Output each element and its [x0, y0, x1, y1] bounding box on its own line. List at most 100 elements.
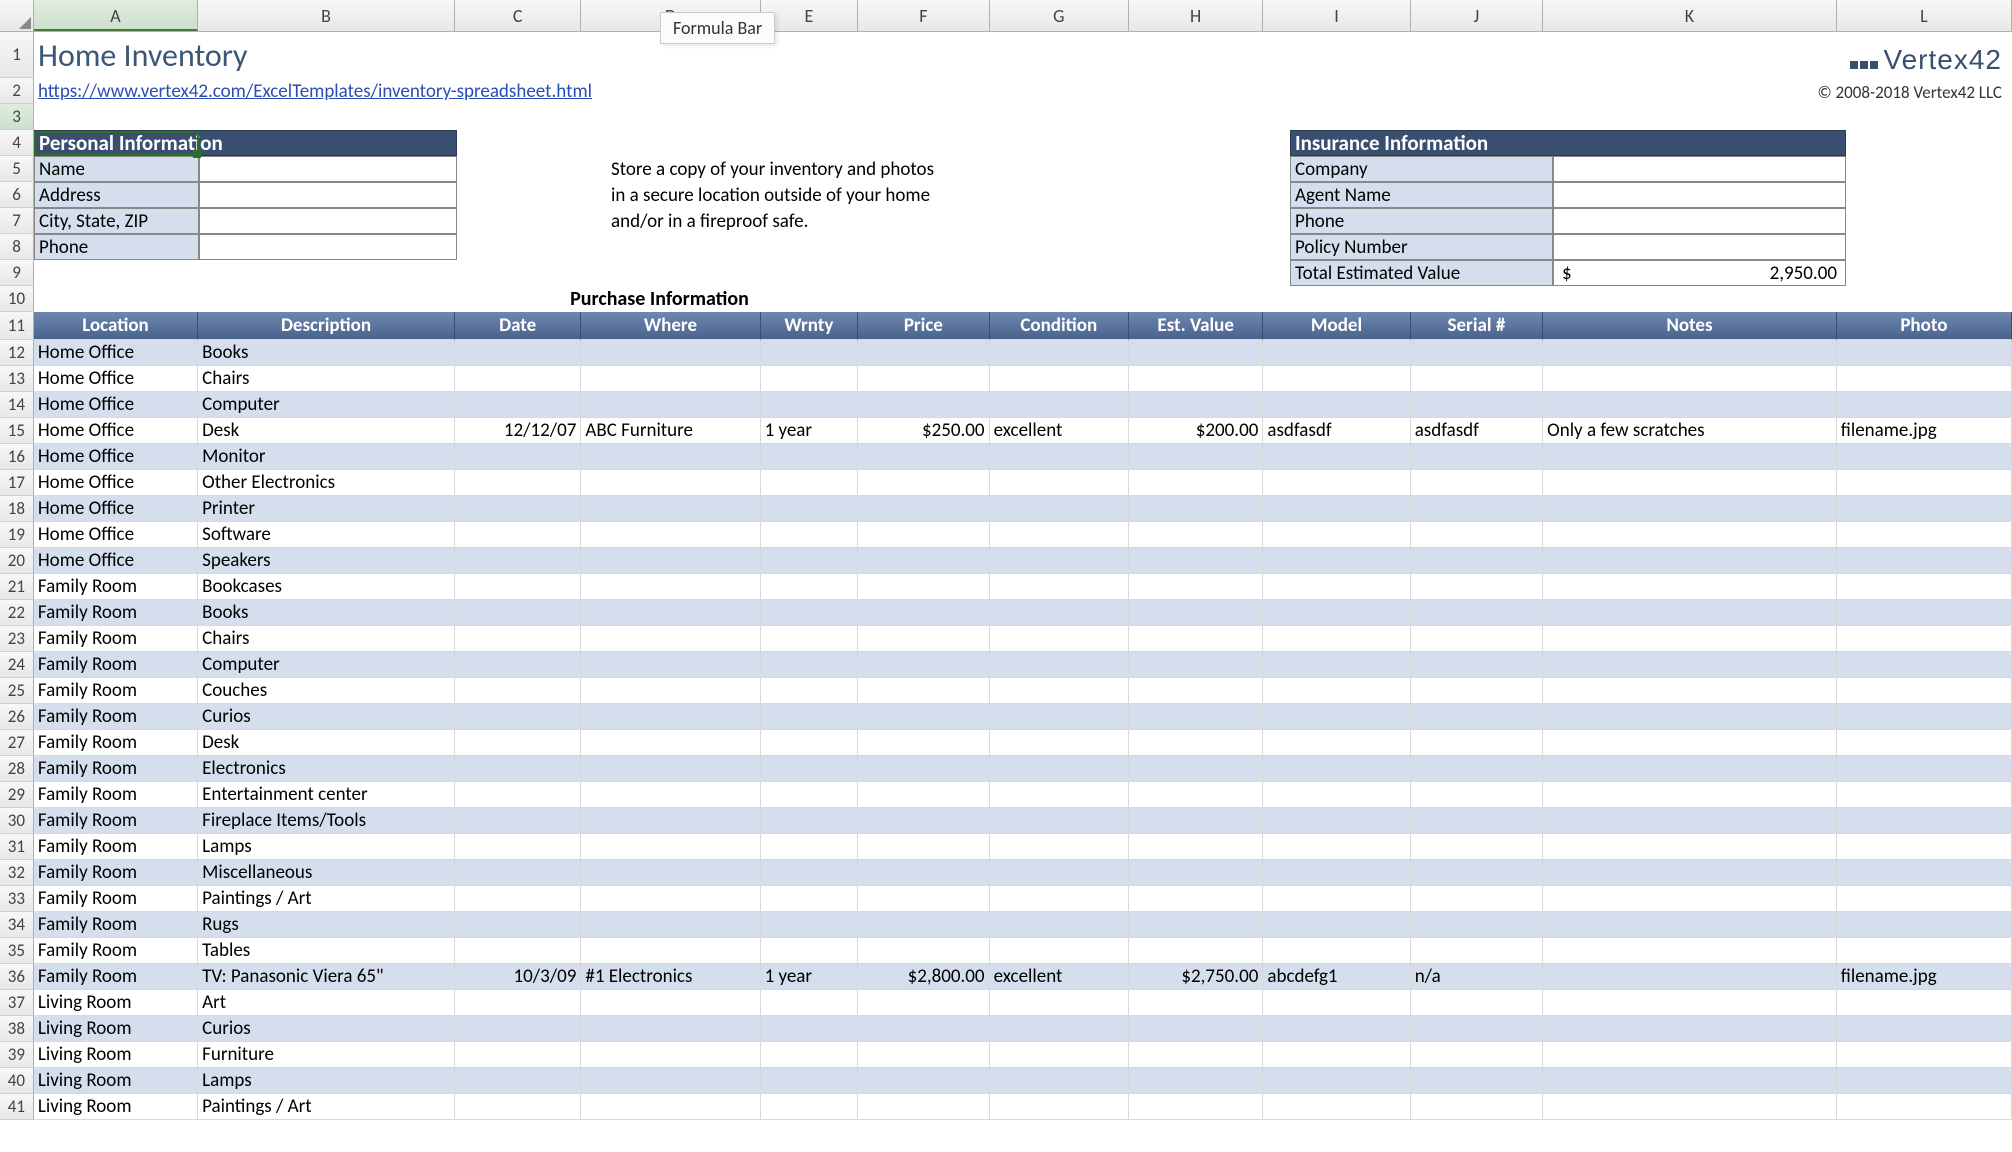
cell-description[interactable]: Entertainment center — [198, 782, 455, 808]
row-header-32[interactable]: 32 — [0, 860, 34, 886]
cell-price[interactable] — [858, 496, 989, 522]
table-row[interactable]: 33 Family Room Paintings / Art — [0, 886, 2012, 912]
cell-notes[interactable] — [1543, 366, 1837, 392]
row-header-27[interactable]: 27 — [0, 730, 34, 756]
cell-est-value[interactable] — [1129, 704, 1263, 730]
cell-condition[interactable] — [990, 340, 1129, 366]
cell-location[interactable]: Family Room — [34, 782, 198, 808]
insurance-input-2[interactable] — [1553, 208, 1846, 234]
cell-serial[interactable] — [1411, 1016, 1543, 1042]
cell-photo[interactable] — [1837, 860, 2012, 886]
row-header-24[interactable]: 24 — [0, 652, 34, 678]
cell-serial[interactable] — [1411, 756, 1543, 782]
cell-date[interactable] — [455, 522, 581, 548]
cell-serial[interactable]: asdfasdf — [1411, 418, 1543, 444]
table-row[interactable]: 14 Home Office Computer — [0, 392, 2012, 418]
page-title[interactable]: Home Inventory — [34, 32, 199, 78]
row-header-36[interactable]: 36 — [0, 964, 34, 990]
select-all-corner[interactable] — [0, 0, 34, 32]
table-row[interactable]: 21 Family Room Bookcases — [0, 574, 2012, 600]
th-location[interactable]: Location — [34, 312, 198, 340]
cell-notes[interactable] — [1543, 860, 1837, 886]
table-row[interactable]: 32 Family Room Miscellaneous — [0, 860, 2012, 886]
cell-price[interactable] — [858, 860, 989, 886]
cell-date[interactable]: 12/12/07 — [455, 418, 581, 444]
cell-notes[interactable] — [1543, 392, 1837, 418]
cell-price[interactable] — [858, 704, 989, 730]
cell-wrnty[interactable] — [761, 912, 859, 938]
cell-model[interactable] — [1263, 834, 1410, 860]
cell-condition[interactable] — [990, 626, 1129, 652]
cell-est-value[interactable] — [1129, 860, 1263, 886]
cell-notes[interactable] — [1543, 756, 1837, 782]
cell-price[interactable] — [858, 834, 989, 860]
cell-where[interactable] — [581, 470, 760, 496]
row-header-21[interactable]: 21 — [0, 574, 34, 600]
cell-notes[interactable] — [1543, 834, 1837, 860]
cell-where[interactable] — [581, 496, 760, 522]
row-header-41[interactable]: 41 — [0, 1094, 34, 1120]
cell-serial[interactable] — [1411, 392, 1543, 418]
cell-price[interactable] — [858, 340, 989, 366]
cell-serial[interactable] — [1411, 574, 1543, 600]
cell-photo[interactable] — [1837, 912, 2012, 938]
cell-location[interactable]: Family Room — [34, 756, 198, 782]
cell-notes[interactable] — [1543, 470, 1837, 496]
cell-description[interactable]: Speakers — [198, 548, 455, 574]
cell-notes[interactable] — [1543, 704, 1837, 730]
cell-est-value[interactable] — [1129, 808, 1263, 834]
cell-condition[interactable] — [990, 990, 1129, 1016]
cell-description[interactable]: Monitor — [198, 444, 455, 470]
col-header-L[interactable]: L — [1837, 0, 2012, 31]
personal-input-2[interactable] — [199, 208, 457, 234]
cell-location[interactable]: Family Room — [34, 600, 198, 626]
col-header-K[interactable]: K — [1543, 0, 1837, 31]
cell-model[interactable] — [1263, 678, 1410, 704]
cell-est-value[interactable] — [1129, 548, 1263, 574]
table-row[interactable]: 26 Family Room Curios — [0, 704, 2012, 730]
cell-serial[interactable] — [1411, 652, 1543, 678]
cell-date[interactable] — [455, 392, 581, 418]
cell-notes[interactable] — [1543, 522, 1837, 548]
cell-location[interactable]: Family Room — [34, 964, 198, 990]
cell-location[interactable]: Family Room — [34, 860, 198, 886]
table-row[interactable]: 13 Home Office Chairs — [0, 366, 2012, 392]
insurance-input-0[interactable] — [1553, 156, 1846, 182]
cell-condition[interactable] — [990, 808, 1129, 834]
cell-condition[interactable] — [990, 574, 1129, 600]
cell-date[interactable] — [455, 912, 581, 938]
row-header-2[interactable]: 2 — [0, 78, 34, 104]
cell-model[interactable] — [1263, 652, 1410, 678]
cell-condition[interactable] — [990, 756, 1129, 782]
cell-location[interactable]: Family Room — [34, 678, 198, 704]
row-header-37[interactable]: 37 — [0, 990, 34, 1016]
cell-condition[interactable] — [990, 470, 1129, 496]
cell-notes[interactable] — [1543, 912, 1837, 938]
cell-condition[interactable] — [990, 678, 1129, 704]
row-header-5[interactable]: 5 — [0, 156, 34, 182]
cell-wrnty[interactable] — [761, 1042, 859, 1068]
cell-condition[interactable]: excellent — [990, 964, 1129, 990]
cell-wrnty[interactable]: 1 year — [761, 964, 859, 990]
cell-date[interactable] — [455, 652, 581, 678]
cell-condition[interactable] — [990, 1068, 1129, 1094]
cell-wrnty[interactable] — [761, 548, 859, 574]
row-header-13[interactable]: 13 — [0, 366, 34, 392]
cell-where[interactable] — [581, 938, 760, 964]
cell-location[interactable]: Family Room — [34, 704, 198, 730]
cell-est-value[interactable] — [1129, 470, 1263, 496]
table-row[interactable]: 29 Family Room Entertainment center — [0, 782, 2012, 808]
cell-photo[interactable] — [1837, 522, 2012, 548]
cell-description[interactable]: Books — [198, 340, 455, 366]
cell-wrnty[interactable] — [761, 574, 859, 600]
cell-price[interactable] — [858, 1094, 989, 1120]
row-header-6[interactable]: 6 — [0, 182, 34, 208]
col-header-I[interactable]: I — [1263, 0, 1410, 31]
cell-notes[interactable] — [1543, 340, 1837, 366]
cell-model[interactable] — [1263, 756, 1410, 782]
table-row[interactable]: 36 Family Room TV: Panasonic Viera 65" 1… — [0, 964, 2012, 990]
cell-location[interactable]: Family Room — [34, 834, 198, 860]
table-row[interactable]: 17 Home Office Other Electronics — [0, 470, 2012, 496]
cell-wrnty[interactable] — [761, 704, 859, 730]
cell-price[interactable] — [858, 444, 989, 470]
